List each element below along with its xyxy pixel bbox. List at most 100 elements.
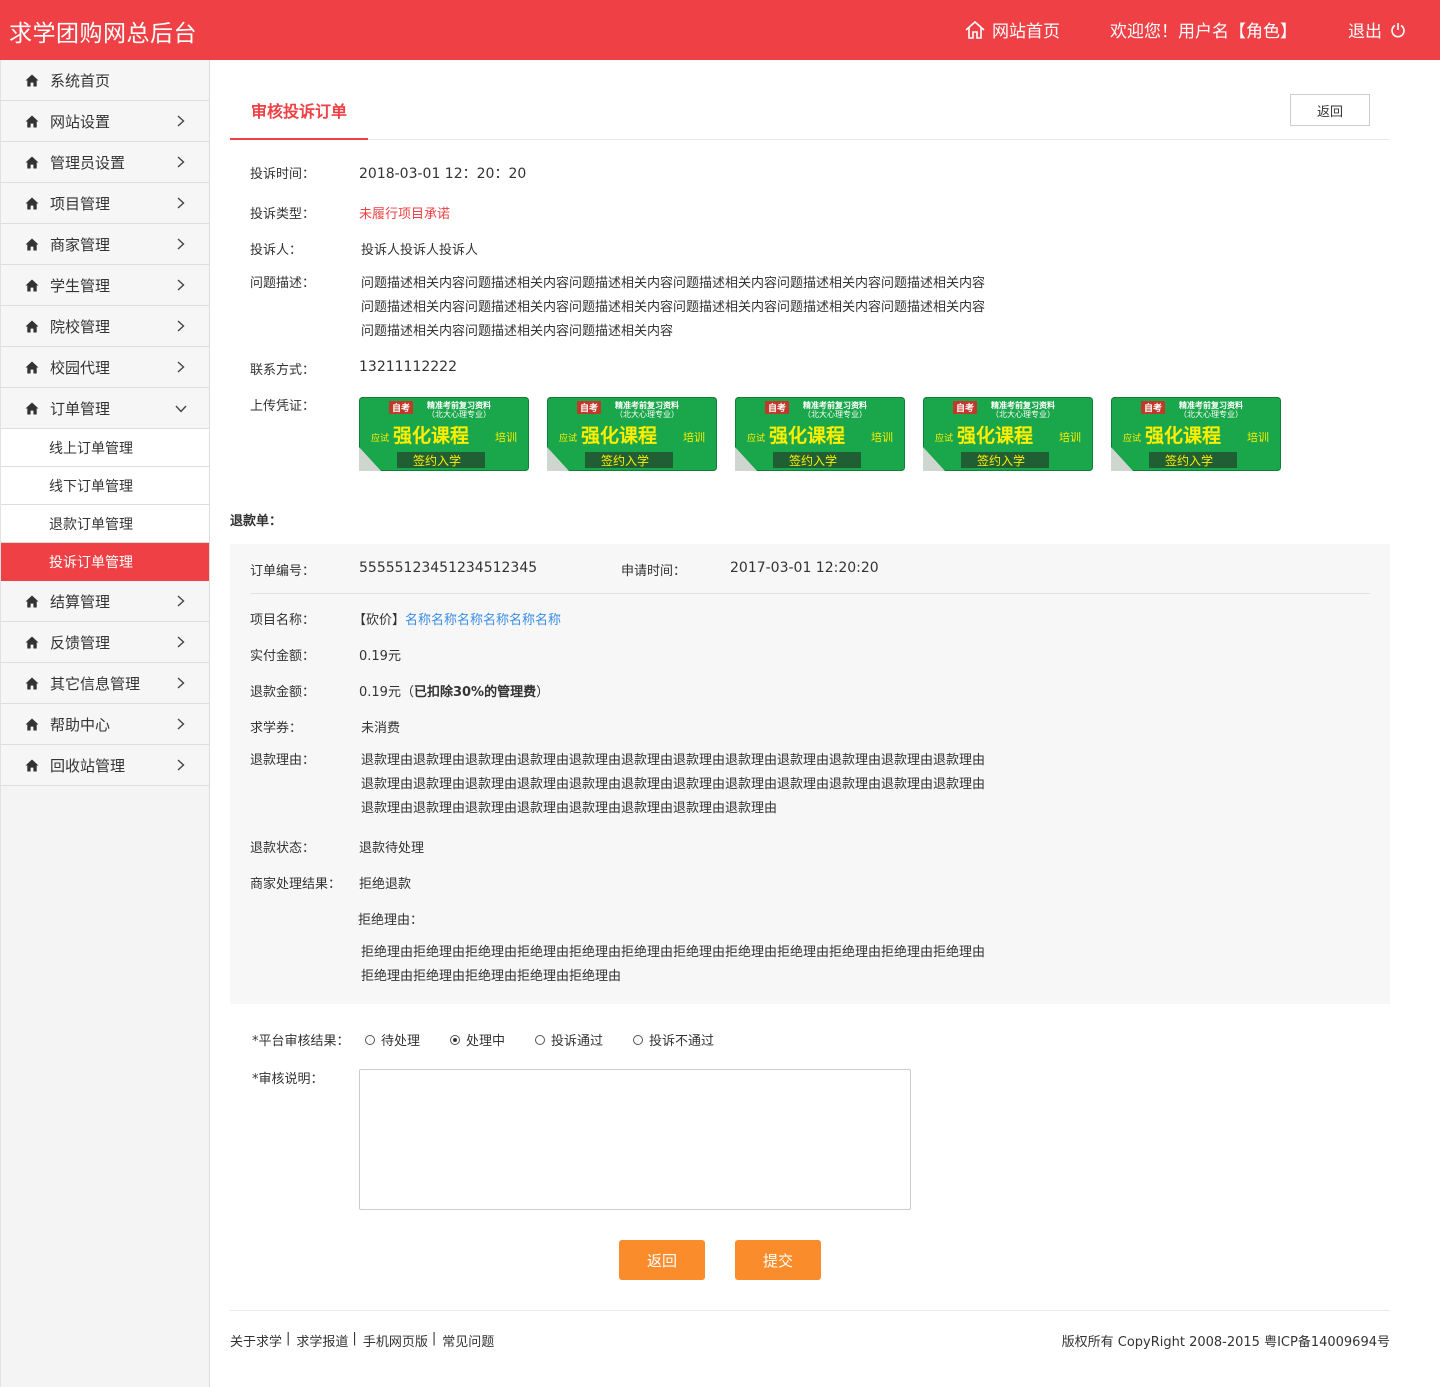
radio-circle-icon[interactable] xyxy=(633,1034,644,1045)
sidebar-item-3[interactable]: 项目管理 xyxy=(1,183,209,224)
submit-button[interactable]: 提交 xyxy=(735,1240,821,1280)
chevron-right-icon xyxy=(177,759,185,771)
review-note-textarea[interactable] xyxy=(359,1069,911,1210)
footer-link-0[interactable]: 关于求学 xyxy=(230,1331,282,1350)
power-icon xyxy=(1391,22,1405,37)
reject-reason-value: 拒绝理由拒绝理由拒绝理由拒绝理由拒绝理由拒绝理由拒绝理由拒绝理由拒绝理由拒绝理由… xyxy=(361,941,985,989)
reject-reason-label: 拒绝理由： xyxy=(358,913,424,928)
refund-reason-line: 退款理由退款理由退款理由退款理由退款理由退款理由退款理由退款理由退款理由退款理由… xyxy=(361,753,986,768)
radio-circle-icon[interactable] xyxy=(535,1034,546,1045)
order-no-label: 订单编号： xyxy=(250,564,316,579)
sidebar-item-7[interactable]: 校园代理 xyxy=(1,347,209,388)
top-back-button[interactable]: 返回 xyxy=(1290,94,1370,126)
sidebar-item-label: 商家管理 xyxy=(50,235,111,254)
sidebar-item-11[interactable]: 其它信息管理 xyxy=(1,663,209,704)
svg-text:应试: 应试 xyxy=(1123,432,1141,444)
problem-desc-line: 问题描述相关内容问题描述相关内容问题描述相关内容问题描述相关内容问题描述相关内容… xyxy=(361,276,986,291)
project-label: 项目名称： xyxy=(250,613,316,628)
refund-reason-line: 退款理由退款理由退款理由退款理由退款理由退款理由退款理由退款理由 xyxy=(361,801,778,816)
problem-desc-row: 问题描述： 问题描述相关内容问题描述相关内容问题描述相关内容问题描述相关内容问题… xyxy=(250,272,985,344)
voucher-image[interactable]: 自考 精准考前复习资料 （北大心理专业） 应试 强化课程 培训 签约入学 xyxy=(359,397,529,471)
paid-value: 0.19元 xyxy=(359,649,401,664)
review-option-1[interactable]: 处理中 xyxy=(450,1030,505,1049)
sidebar-item-2[interactable]: 管理员设置 xyxy=(1,142,209,183)
svg-text:自考: 自考 xyxy=(580,402,598,414)
svg-text:应试: 应试 xyxy=(371,432,389,444)
voucher-image[interactable]: 自考 精准考前复习资料 （北大心理专业） 应试 强化课程 培训 签约入学 xyxy=(735,397,905,471)
review-option-2[interactable]: 投诉通过 xyxy=(535,1030,603,1049)
project-row: 项目名称： 【砍价】 名称名称名称名称名称名称 xyxy=(250,609,561,628)
svg-text:培训: 培训 xyxy=(1059,430,1081,444)
sidebar-item-9[interactable]: 结算管理 xyxy=(1,581,209,622)
chevron-right-icon xyxy=(177,320,185,332)
svg-text:应试: 应试 xyxy=(935,432,953,444)
complainant-value: 投诉人投诉人投诉人 xyxy=(361,243,479,258)
refund-amount-note: 已扣除30%的管理费 xyxy=(413,685,537,700)
review-option-0[interactable]: 待处理 xyxy=(365,1030,420,1049)
voucher-ad-graphic: 自考 精准考前复习资料（北大心理专业） 应试 强化课程 培训签约入学 xyxy=(359,397,529,471)
footer: 关于求学 | 求学报道 | 手机网页版 | 常见问题 版权所有 CopyRight 2008… xyxy=(230,1310,1390,1370)
sidebar-item-8[interactable]: 订单管理 xyxy=(1,388,209,429)
footer-link-2[interactable]: 手机网页版 xyxy=(363,1331,428,1350)
website-home-link[interactable]: 网站首页 xyxy=(964,17,1060,42)
refund-divider xyxy=(250,593,1370,594)
sidebar-item-6[interactable]: 院校管理 xyxy=(1,306,209,347)
home-icon xyxy=(25,238,39,250)
sidebar-item-label: 帮助中心 xyxy=(50,715,111,734)
footer-link-3[interactable]: 常见问题 xyxy=(442,1331,494,1350)
voucher-image[interactable]: 自考 精准考前复习资料 （北大心理专业） 应试 强化课程 培训 签约入学 xyxy=(547,397,717,471)
svg-text:自考: 自考 xyxy=(1144,402,1162,414)
svg-text:精准考前复习资料: 精准考前复习资料 xyxy=(615,400,679,410)
svg-text:签约入学: 签约入学 xyxy=(413,453,461,468)
sidebar-item-10[interactable]: 反馈管理 xyxy=(1,622,209,663)
back-button[interactable]: 返回 xyxy=(619,1240,705,1280)
footer-separator: | xyxy=(431,1331,437,1346)
complainant-row: 投诉人： 投诉人投诉人投诉人 xyxy=(250,239,478,258)
problem-desc-line: 问题描述相关内容问题描述相关内容问题描述相关内容 xyxy=(361,324,674,339)
svg-text:自考: 自考 xyxy=(956,402,974,414)
order-no-row: 订单编号： 55555123451234512345 申请时间： 2017-03… xyxy=(250,560,879,579)
voucher-image[interactable]: 自考 精准考前复习资料 （北大心理专业） 应试 强化课程 培训 签约入学 xyxy=(923,397,1093,471)
tab-review-complaint[interactable]: 审核投诉订单 xyxy=(230,98,368,140)
copyright-text: 版权所有 CopyRight 2008-2015 粤ICP备14009694号 xyxy=(1061,1335,1390,1350)
problem-desc-line: 问题描述相关内容问题描述相关内容问题描述相关内容问题描述相关内容问题描述相关内容… xyxy=(361,300,986,315)
sidebar-item-13[interactable]: 回收站管理 xyxy=(1,745,209,786)
sidebar-subitem-0[interactable]: 线上订单管理 xyxy=(1,429,209,467)
sidebar-item-12[interactable]: 帮助中心 xyxy=(1,704,209,745)
sidebar-subitem-3[interactable]: 投诉订单管理 xyxy=(1,543,209,581)
sidebar-item-label: 项目管理 xyxy=(50,194,111,213)
footer-link-1[interactable]: 求学报道 xyxy=(296,1331,348,1350)
svg-text:培训: 培训 xyxy=(495,430,517,444)
radio-circle-icon[interactable] xyxy=(450,1034,461,1045)
logout-button[interactable]: 退出 xyxy=(1348,17,1406,42)
svg-text:培训: 培训 xyxy=(683,430,705,444)
sidebar-item-label: 结算管理 xyxy=(50,592,111,611)
sidebar-item-label: 订单管理 xyxy=(50,399,111,418)
refund-reason-row: 退款理由： 退款理由退款理由退款理由退款理由退款理由退款理由退款理由退款理由退款… xyxy=(250,749,985,821)
voucher-image[interactable]: 自考 精准考前复习资料 （北大心理专业） 应试 强化课程 培训 签约入学 xyxy=(1111,397,1281,471)
svg-text:培训: 培训 xyxy=(1247,430,1269,444)
review-option-3[interactable]: 投诉不通过 xyxy=(633,1030,714,1049)
radio-circle-icon[interactable] xyxy=(365,1034,375,1045)
sidebar-subitem-1[interactable]: 线下订单管理 xyxy=(1,467,209,505)
complaint-time-row: 投诉时间： 2018-03-01 12：20：20 xyxy=(250,163,526,183)
sidebar-item-label: 系统首页 xyxy=(50,71,111,90)
sidebar-subitem-2[interactable]: 退款订单管理 xyxy=(1,505,209,543)
chevron-right-icon xyxy=(177,595,185,607)
voucher-gallery: 自考 精准考前复习资料 （北大心理专业） 应试 强化课程 培训 签约入学 自考 精准考前复习资料… xyxy=(359,397,1281,471)
refund-reason-value: 退款理由退款理由退款理由退款理由退款理由退款理由退款理由退款理由退款理由退款理由… xyxy=(359,749,985,821)
sidebar-item-4[interactable]: 商家管理 xyxy=(1,224,209,265)
coupon-value: 未消费 xyxy=(361,721,401,736)
refund-status-value: 退款待处理 xyxy=(359,841,425,856)
review-option-label: 处理中 xyxy=(466,1034,506,1049)
sidebar-item-5[interactable]: 学生管理 xyxy=(1,265,209,306)
footer-links: 关于求学 | 求学报道 | 手机网页版 | 常见问题 xyxy=(230,1331,494,1350)
chevron-right-icon xyxy=(177,197,185,209)
sidebar-item-label: 管理员设置 xyxy=(50,153,126,172)
welcome-text: 欢迎您！用户名【角色】 xyxy=(1110,22,1297,42)
home-icon xyxy=(25,74,39,86)
project-name-link[interactable]: 名称名称名称名称名称名称 xyxy=(405,609,561,628)
svg-text:（北大心理专业）: （北大心理专业） xyxy=(427,409,491,419)
sidebar-item-0[interactable]: 系统首页 xyxy=(1,60,209,101)
sidebar-item-1[interactable]: 网站设置 xyxy=(1,101,209,142)
